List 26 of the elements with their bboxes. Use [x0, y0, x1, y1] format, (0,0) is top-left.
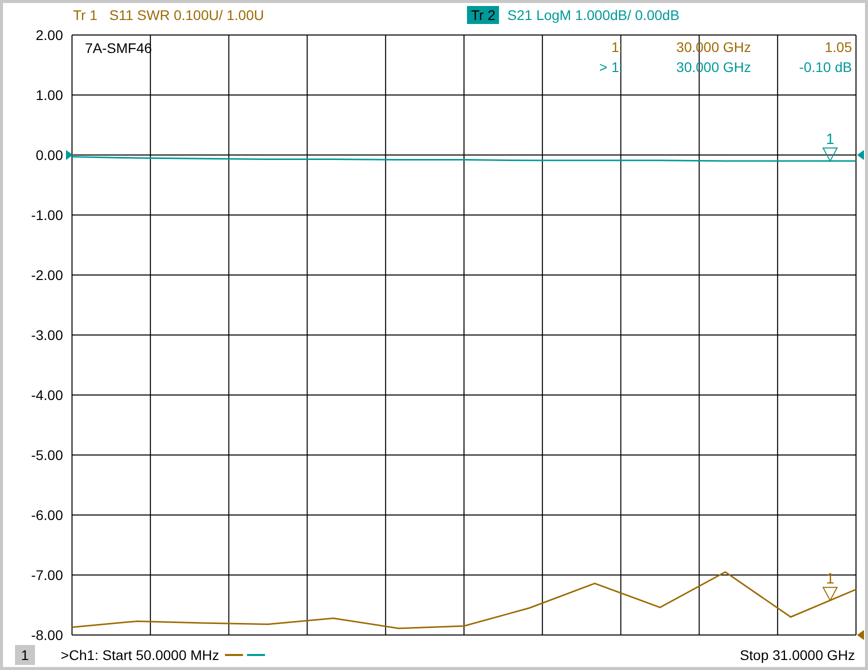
tick-label: -3.00 — [31, 327, 63, 343]
trace-tab[interactable]: Tr 1 — [69, 6, 102, 24]
trace-scale-label: S21 LogM 1.000dB/ 0.00dB — [507, 6, 680, 25]
tick-label: -4.00 — [31, 387, 63, 403]
marker-value: -0.10 dB — [799, 59, 852, 75]
tick-label: 1.00 — [36, 87, 63, 103]
trace-scale-label: S11 SWR 0.100U/ 1.00U — [109, 6, 264, 24]
tick-label: -1.00 — [31, 207, 63, 223]
marker-flag: 1 — [822, 131, 838, 162]
start-frequency: >Ch1: Start 50.0000 MHz — [60, 646, 220, 664]
marker-flag: 1 — [822, 570, 838, 602]
tick-label: -7.00 — [31, 567, 63, 583]
reference-marker-icon — [857, 630, 864, 640]
tick-label: 0.00 — [36, 147, 63, 163]
tick-label: -2.00 — [31, 267, 63, 283]
stop-frequency: Stop 31.0000 GHz — [740, 646, 855, 665]
trace-tab[interactable]: Tr 2 — [467, 6, 500, 24]
reference-marker-icon — [66, 150, 73, 160]
trace-legend-icon — [225, 653, 266, 657]
tick-label: -6.00 — [31, 507, 63, 523]
marker-value: 1.05 — [824, 39, 852, 55]
tick-label: 2.00 — [36, 27, 63, 43]
reference-marker-icon — [857, 150, 864, 160]
tick-label: -8.00 — [31, 627, 63, 643]
tick-label: -5.00 — [31, 447, 63, 463]
channel-badge[interactable]: 1 — [15, 645, 35, 665]
